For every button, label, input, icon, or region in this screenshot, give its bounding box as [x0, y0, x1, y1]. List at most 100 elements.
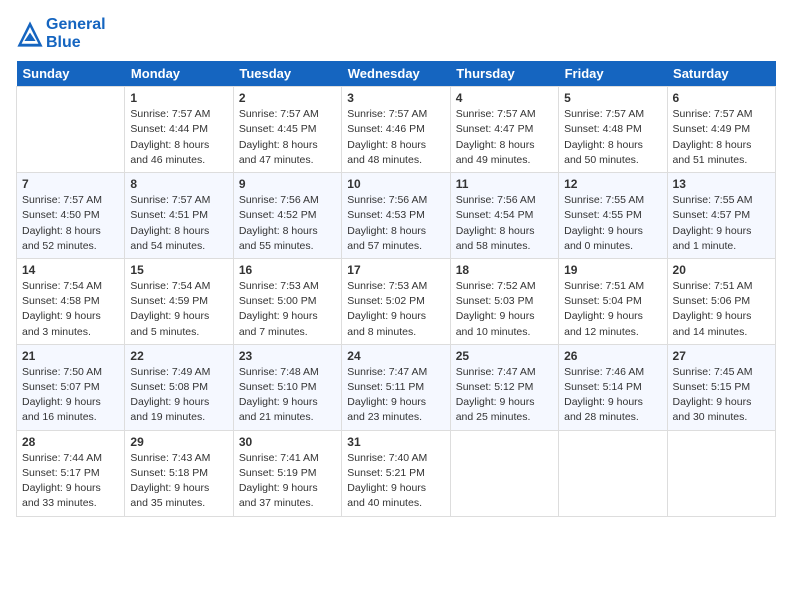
- day-info: Sunrise: 7:45 AMSunset: 5:15 PMDaylight:…: [673, 365, 770, 426]
- day-number: 10: [347, 177, 444, 191]
- day-info: Sunrise: 7:41 AMSunset: 5:19 PMDaylight:…: [239, 451, 336, 512]
- calendar-week-row: 21Sunrise: 7:50 AMSunset: 5:07 PMDayligh…: [17, 344, 776, 430]
- day-info: Sunrise: 7:53 AMSunset: 5:00 PMDaylight:…: [239, 279, 336, 340]
- day-info: Sunrise: 7:51 AMSunset: 5:06 PMDaylight:…: [673, 279, 770, 340]
- day-number: 4: [456, 91, 553, 105]
- day-number: 20: [673, 263, 770, 277]
- day-info: Sunrise: 7:54 AMSunset: 4:58 PMDaylight:…: [22, 279, 119, 340]
- day-number: 9: [239, 177, 336, 191]
- day-number: 23: [239, 349, 336, 363]
- day-info: Sunrise: 7:56 AMSunset: 4:53 PMDaylight:…: [347, 193, 444, 254]
- calendar-cell: 11 Sunrise: 7:56 AMSunset: 4:54 PMDayligh…: [450, 173, 558, 259]
- day-info: Sunrise: 7:57 AMSunset: 4:47 PMDaylight:…: [456, 107, 553, 168]
- day-number: 15: [130, 263, 227, 277]
- weekday-header-monday: Monday: [125, 61, 233, 87]
- weekday-header-thursday: Thursday: [450, 61, 558, 87]
- day-number: 18: [456, 263, 553, 277]
- calendar-table: SundayMondayTuesdayWednesdayThursdayFrid…: [16, 61, 776, 516]
- calendar-cell: 22Sunrise: 7:49 AMSunset: 5:08 PMDayligh…: [125, 344, 233, 430]
- logo-icon: [16, 20, 44, 48]
- day-number: 30: [239, 435, 336, 449]
- calendar-week-row: 1 Sunrise: 7:57 AMSunset: 4:44 PMDaylight…: [17, 87, 776, 173]
- weekday-header-friday: Friday: [559, 61, 667, 87]
- logo-text-line2: Blue: [46, 34, 106, 52]
- day-number: 8: [130, 177, 227, 191]
- calendar-cell: 23 Sunrise: 7:48 AMSunset: 5:10 PMDayligh…: [233, 344, 341, 430]
- calendar-cell: [667, 430, 775, 516]
- weekday-header-wednesday: Wednesday: [342, 61, 450, 87]
- weekday-header-row: SundayMondayTuesdayWednesdayThursdayFrid…: [17, 61, 776, 87]
- calendar-cell: 7Sunrise: 7:57 AMSunset: 4:50 PMDaylight…: [17, 173, 125, 259]
- day-info: Sunrise: 7:55 AMSunset: 4:57 PMDaylight:…: [673, 193, 770, 254]
- day-info: Sunrise: 7:46 AMSunset: 5:14 PMDaylight:…: [564, 365, 661, 426]
- day-info: Sunrise: 7:54 AMSunset: 4:59 PMDaylight:…: [130, 279, 227, 340]
- calendar-cell: 4 Sunrise: 7:57 AMSunset: 4:47 PMDaylight…: [450, 87, 558, 173]
- calendar-cell: 27Sunrise: 7:45 AMSunset: 5:15 PMDayligh…: [667, 344, 775, 430]
- day-number: 28: [22, 435, 119, 449]
- day-info: Sunrise: 7:57 AMSunset: 4:50 PMDaylight:…: [22, 193, 119, 254]
- day-number: 19: [564, 263, 661, 277]
- calendar-cell: 25 Sunrise: 7:47 AMSunset: 5:12 PMDayligh…: [450, 344, 558, 430]
- day-info: Sunrise: 7:40 AMSunset: 5:21 PMDaylight:…: [347, 451, 444, 512]
- day-number: 6: [673, 91, 770, 105]
- calendar-cell: 2 Sunrise: 7:57 AMSunset: 4:45 PMDaylight…: [233, 87, 341, 173]
- day-info: Sunrise: 7:48 AMSunset: 5:10 PMDaylight:…: [239, 365, 336, 426]
- day-number: 5: [564, 91, 661, 105]
- day-info: Sunrise: 7:56 AMSunset: 4:52 PMDaylight:…: [239, 193, 336, 254]
- day-number: 13: [673, 177, 770, 191]
- page-container: General Blue SundayMondayTuesdayWednesda…: [0, 0, 792, 525]
- weekday-header-saturday: Saturday: [667, 61, 775, 87]
- logo: General Blue: [16, 16, 106, 51]
- day-number: 11: [456, 177, 553, 191]
- logo-text-line1: General: [46, 16, 106, 34]
- calendar-cell: 20 Sunrise: 7:51 AMSunset: 5:06 PMDayligh…: [667, 258, 775, 344]
- calendar-cell: 5 Sunrise: 7:57 AMSunset: 4:48 PMDaylight…: [559, 87, 667, 173]
- day-info: Sunrise: 7:43 AMSunset: 5:18 PMDaylight:…: [130, 451, 227, 512]
- calendar-cell: 10 Sunrise: 7:56 AMSunset: 4:53 PMDayligh…: [342, 173, 450, 259]
- day-number: 14: [22, 263, 119, 277]
- calendar-cell: 21Sunrise: 7:50 AMSunset: 5:07 PMDayligh…: [17, 344, 125, 430]
- calendar-cell: 26 Sunrise: 7:46 AMSunset: 5:14 PMDayligh…: [559, 344, 667, 430]
- day-info: Sunrise: 7:57 AMSunset: 4:49 PMDaylight:…: [673, 107, 770, 168]
- day-number: 12: [564, 177, 661, 191]
- day-info: Sunrise: 7:57 AMSunset: 4:46 PMDaylight:…: [347, 107, 444, 168]
- day-number: 2: [239, 91, 336, 105]
- day-info: Sunrise: 7:52 AMSunset: 5:03 PMDaylight:…: [456, 279, 553, 340]
- calendar-cell: 13 Sunrise: 7:55 AMSunset: 4:57 PMDayligh…: [667, 173, 775, 259]
- day-number: 29: [130, 435, 227, 449]
- weekday-header-tuesday: Tuesday: [233, 61, 341, 87]
- calendar-cell: 15 Sunrise: 7:54 AMSunset: 4:59 PMDayligh…: [125, 258, 233, 344]
- day-number: 24: [347, 349, 444, 363]
- day-info: Sunrise: 7:50 AMSunset: 5:07 PMDaylight:…: [22, 365, 119, 426]
- day-number: 1: [130, 91, 227, 105]
- calendar-week-row: 7Sunrise: 7:57 AMSunset: 4:50 PMDaylight…: [17, 173, 776, 259]
- day-info: Sunrise: 7:47 AMSunset: 5:11 PMDaylight:…: [347, 365, 444, 426]
- calendar-cell: 29 Sunrise: 7:43 AMSunset: 5:18 PMDayligh…: [125, 430, 233, 516]
- day-info: Sunrise: 7:47 AMSunset: 5:12 PMDaylight:…: [456, 365, 553, 426]
- day-info: Sunrise: 7:57 AMSunset: 4:48 PMDaylight:…: [564, 107, 661, 168]
- weekday-header-sunday: Sunday: [17, 61, 125, 87]
- day-info: Sunrise: 7:57 AMSunset: 4:44 PMDaylight:…: [130, 107, 227, 168]
- calendar-cell: 9 Sunrise: 7:56 AMSunset: 4:52 PMDaylight…: [233, 173, 341, 259]
- calendar-cell: 8Sunrise: 7:57 AMSunset: 4:51 PMDaylight…: [125, 173, 233, 259]
- calendar-cell: 30 Sunrise: 7:41 AMSunset: 5:19 PMDayligh…: [233, 430, 341, 516]
- day-number: 3: [347, 91, 444, 105]
- day-info: Sunrise: 7:57 AMSunset: 4:45 PMDaylight:…: [239, 107, 336, 168]
- day-number: 25: [456, 349, 553, 363]
- calendar-cell: 16Sunrise: 7:53 AMSunset: 5:00 PMDayligh…: [233, 258, 341, 344]
- calendar-cell: 1 Sunrise: 7:57 AMSunset: 4:44 PMDaylight…: [125, 87, 233, 173]
- calendar-cell: 18 Sunrise: 7:52 AMSunset: 5:03 PMDayligh…: [450, 258, 558, 344]
- header: General Blue: [16, 16, 776, 51]
- day-info: Sunrise: 7:56 AMSunset: 4:54 PMDaylight:…: [456, 193, 553, 254]
- calendar-cell: 3 Sunrise: 7:57 AMSunset: 4:46 PMDaylight…: [342, 87, 450, 173]
- calendar-cell: 28Sunrise: 7:44 AMSunset: 5:17 PMDayligh…: [17, 430, 125, 516]
- calendar-cell: 24 Sunrise: 7:47 AMSunset: 5:11 PMDayligh…: [342, 344, 450, 430]
- calendar-cell: 19 Sunrise: 7:51 AMSunset: 5:04 PMDayligh…: [559, 258, 667, 344]
- calendar-cell: 12Sunrise: 7:55 AMSunset: 4:55 PMDayligh…: [559, 173, 667, 259]
- calendar-cell: 31 Sunrise: 7:40 AMSunset: 5:21 PMDayligh…: [342, 430, 450, 516]
- day-number: 26: [564, 349, 661, 363]
- day-number: 31: [347, 435, 444, 449]
- day-number: 22: [130, 349, 227, 363]
- calendar-cell: 6 Sunrise: 7:57 AMSunset: 4:49 PMDaylight…: [667, 87, 775, 173]
- day-info: Sunrise: 7:51 AMSunset: 5:04 PMDaylight:…: [564, 279, 661, 340]
